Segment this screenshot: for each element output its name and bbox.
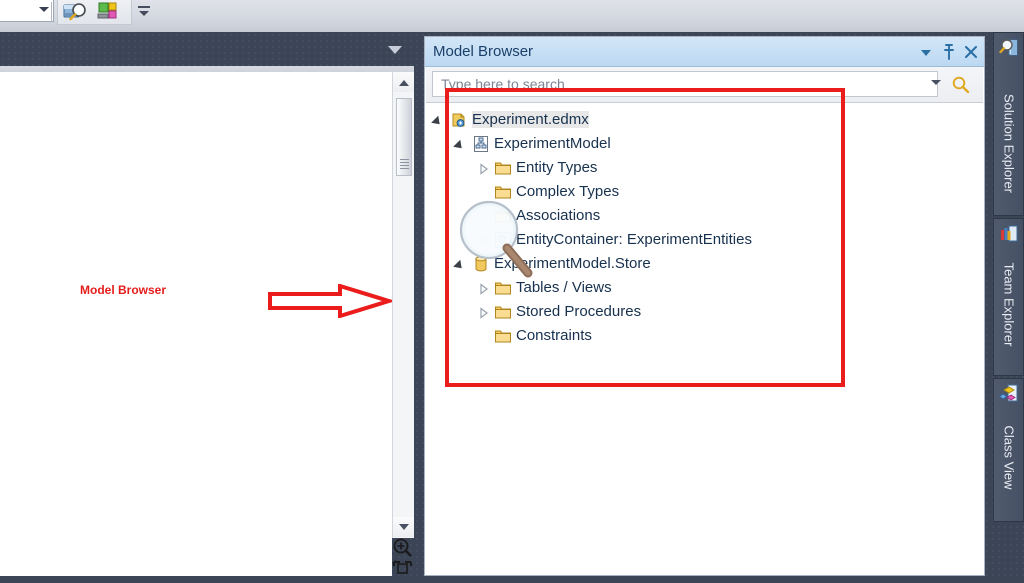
expander-open-icon[interactable] [431, 115, 444, 128]
fit-to-window-icon[interactable] [392, 560, 414, 578]
annotation-arrow-icon [268, 283, 396, 319]
toolbar-combobox[interactable] [0, 0, 54, 22]
expander-open-icon[interactable] [453, 139, 466, 152]
model-browser-panel: Model Browser Type here to search Experi… [424, 36, 985, 576]
toolbar [0, 0, 1024, 32]
expander-open-icon[interactable] [453, 259, 466, 272]
color-palette-icon[interactable] [94, 1, 126, 23]
chevron-down-icon[interactable] [931, 80, 941, 85]
toolbar-overflow-button[interactable] [137, 4, 151, 22]
sidebar-item-label: Class View [1001, 425, 1017, 490]
search-input[interactable]: Type here to search [432, 71, 938, 97]
pin-icon[interactable] [941, 43, 957, 61]
expander-collapsed-icon[interactable] [479, 162, 489, 175]
sidebar-item-label: Solution Explorer [1001, 94, 1017, 193]
expander-collapsed-icon[interactable] [479, 234, 489, 247]
annotation-label-model-browser: Model Browser [80, 283, 167, 297]
edmx-file-icon [450, 111, 468, 129]
tree-node-label: Tables / Views [516, 279, 612, 296]
close-icon[interactable] [963, 43, 979, 61]
sidebar-item-team-explorer[interactable]: Team Explorer [993, 218, 1024, 376]
scroll-down-button[interactable] [393, 517, 414, 537]
model-browser-search-bar: Type here to search [426, 67, 983, 103]
tree-node-label: Complex Types [516, 183, 620, 200]
triangle-up-icon [399, 80, 409, 86]
scroll-up-button[interactable] [393, 72, 414, 92]
database-icon [472, 255, 490, 273]
tree-node-label: EntityContainer: ExperimentEntities [516, 231, 752, 248]
search-icon[interactable] [951, 75, 971, 95]
model-browser-titlebar: Model Browser [425, 37, 984, 67]
zoom-in-icon[interactable] [392, 536, 414, 560]
window-dropdown-icon[interactable] [917, 43, 935, 61]
sidebar-item-solution-explorer[interactable]: Solution Explorer [993, 32, 1024, 216]
scrollbar-thumb[interactable] [396, 98, 412, 176]
zoom-tool-icon[interactable] [60, 1, 92, 23]
folder-icon [494, 327, 512, 345]
folder-icon [494, 159, 512, 177]
tree-node-label: ExperimentModel [494, 135, 611, 152]
folder-icon [494, 279, 512, 297]
folder-icon [494, 303, 512, 321]
solution-explorer-icon [999, 38, 1019, 58]
designer-vertical-scrollbar[interactable] [392, 72, 414, 538]
model-browser-tree[interactable]: Experiment.edmx ExperimentModel Entity T… [426, 104, 983, 574]
sidebar-item-class-view[interactable]: Class View [993, 378, 1024, 522]
expander-collapsed-icon[interactable] [479, 306, 489, 319]
document-dropdown-icon[interactable] [388, 46, 402, 54]
tree-node-label: Experiment.edmx [472, 111, 589, 128]
expander-collapsed-icon[interactable] [479, 282, 489, 295]
toolbar-separator [51, 2, 52, 22]
entity-container-icon [494, 231, 512, 249]
tree-node-label: ExperimentModel.Store [494, 255, 651, 272]
edmx-designer-canvas[interactable]: Model Browser [0, 72, 396, 576]
conceptual-model-icon [472, 135, 490, 153]
triangle-down-icon [399, 524, 409, 530]
tree-node-label: Stored Procedures [516, 303, 642, 320]
tree-node-label: Constraints [516, 327, 592, 344]
tree-node-label: Entity Types [516, 159, 598, 176]
sidebar-item-label: Team Explorer [1001, 262, 1017, 347]
panel-title: Model Browser [433, 43, 534, 60]
right-tool-dock: Solution Explorer Team Explorer Class Vi… [993, 32, 1024, 576]
chevron-down-icon [39, 7, 49, 12]
folder-icon [494, 207, 512, 225]
search-placeholder: Type here to search [441, 76, 565, 92]
tree-node-label: Associations [516, 207, 601, 224]
folder-icon [494, 183, 512, 201]
